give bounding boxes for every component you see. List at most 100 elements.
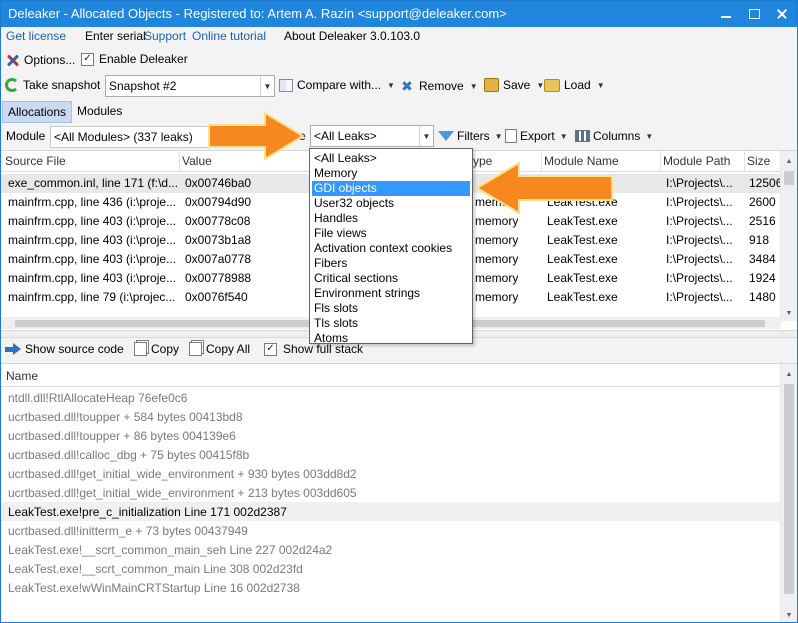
export-label: Export <box>520 129 555 143</box>
take-snapshot-label: Take snapshot <box>23 78 101 92</box>
cell-source: mainfrm.cpp, line 403 (i:\proje... <box>8 214 177 228</box>
scroll-up-icon[interactable]: ▲ <box>781 153 797 169</box>
load-button[interactable]: Load ▼ <box>544 78 605 92</box>
dropdown-item-critical-sections[interactable]: Critical sections <box>312 271 470 286</box>
get-license-link[interactable]: Get license <box>6 29 66 43</box>
list-item[interactable]: LeakTest.exe!__scrt_common_main Line 308… <box>1 559 781 578</box>
compare-with-button[interactable]: Compare with... ▼ <box>279 78 395 92</box>
leak-type-dropdown: <All Leaks> Memory GDI objects User32 ob… <box>309 148 473 346</box>
list-item[interactable]: ucrtbased.dll!get_initial_wide_environme… <box>1 483 781 502</box>
chevron-down-icon[interactable]: ▼ <box>419 126 433 146</box>
copy-label: Copy <box>151 342 180 356</box>
list-item[interactable]: LeakTest.exe!wWinMainCRTStartup Line 16 … <box>1 578 781 597</box>
column-header-source-file[interactable]: Source File <box>5 154 66 168</box>
dropdown-item-file-views[interactable]: File views <box>312 226 470 241</box>
dropdown-item-tls-slots[interactable]: Tls slots <box>312 316 470 331</box>
dropdown-item-fibers[interactable]: Fibers <box>312 256 470 271</box>
online-tutorial-link[interactable]: Online tutorial <box>192 29 266 43</box>
close-icon[interactable] <box>767 1 797 27</box>
stack-frame-text: LeakTest.exe!__scrt_common_main_seh Line… <box>8 543 333 557</box>
maximize-icon[interactable] <box>741 1 767 27</box>
cell-size: 12506 <box>749 176 783 190</box>
export-button[interactable]: Export ▼ <box>505 129 568 143</box>
take-snapshot-button[interactable]: Take snapshot <box>5 78 100 92</box>
save-button[interactable]: Save ▼ <box>484 78 544 92</box>
dropdown-item-environment-strings[interactable]: Environment strings <box>312 286 470 301</box>
title-bar[interactable]: Deleaker - Allocated Objects - Registere… <box>1 1 797 27</box>
list-item[interactable]: LeakTest.exe!pre_c_initialization Line 1… <box>1 502 781 521</box>
module-select[interactable]: <All Modules> (337 leaks) <box>50 126 220 148</box>
compare-icon <box>279 78 293 92</box>
scroll-thumb[interactable] <box>784 384 794 594</box>
copy-all-label: Copy All <box>206 342 251 356</box>
dropdown-item-memory[interactable]: Memory <box>312 166 470 181</box>
module-select-value: <All Modules> (337 leaks) <box>54 130 193 144</box>
options-button[interactable]: Options... <box>5 52 75 68</box>
minimize-icon[interactable] <box>713 1 739 27</box>
list-item[interactable]: ucrtbased.dll!initterm_e + 73 bytes 0043… <box>1 521 781 540</box>
vertical-scrollbar[interactable]: ▲ ▼ <box>780 151 797 321</box>
chevron-down-icon[interactable]: ▼ <box>260 76 274 96</box>
list-item[interactable]: ucrtbased.dll!get_initial_wide_environme… <box>1 464 781 483</box>
remove-button[interactable]: ✖ Remove ▼ <box>399 78 477 94</box>
filter-toolbar: Module <All Modules> (337 leaks) e <All … <box>1 125 797 149</box>
cell-type: memory <box>475 271 519 285</box>
full-stack-checkbox-box[interactable]: ✓ <box>264 342 277 356</box>
column-header-module-path[interactable]: Module Path <box>663 154 730 168</box>
leak-type-select[interactable]: <All Leaks> ▼ <box>310 125 434 147</box>
cell-source: mainfrm.cpp, line 403 (i:\proje... <box>8 271 177 285</box>
dropdown-item-activation-context-cookies[interactable]: Activation context cookies <box>312 241 470 256</box>
list-item[interactable]: ucrtbased.dll!calloc_dbg + 75 bytes 0041… <box>1 445 781 464</box>
dropdown-item-user32-objects[interactable]: User32 objects <box>312 196 470 211</box>
stack-frame-text: ucrtbased.dll!calloc_dbg + 75 bytes 0041… <box>8 448 250 462</box>
enable-deleaker-checkbox[interactable]: ✓ Enable Deleaker <box>81 52 188 66</box>
list-item[interactable]: ucrtbased.dll!toupper + 86 bytes 004139e… <box>1 426 781 445</box>
snapshot-select[interactable]: Snapshot #2 ▼ <box>105 75 275 97</box>
scroll-down-icon[interactable]: ▼ <box>781 305 797 321</box>
tab-allocations[interactable]: Allocations <box>2 101 73 123</box>
dropdown-item-fls-slots[interactable]: Fls slots <box>312 301 470 316</box>
cell-size: 2516 <box>749 214 776 228</box>
list-item[interactable]: ntdll.dll!RtlAllocateHeap 76efe0c6 <box>1 388 781 407</box>
about-link[interactable]: About Deleaker 3.0.103.0 <box>284 29 420 43</box>
column-header-name[interactable]: Name <box>6 369 38 383</box>
enter-serial-link[interactable]: Enter serial <box>85 29 146 43</box>
column-header-size[interactable]: Size <box>747 154 770 168</box>
dropdown-item-atoms[interactable]: Atoms <box>312 331 470 346</box>
cell-path: I:\Projects\... <box>666 176 733 190</box>
vertical-scrollbar[interactable]: ▲ ▼ <box>780 364 797 622</box>
compare-label: Compare with... <box>297 78 382 92</box>
list-item[interactable]: LeakTest.exe!__scrt_common_main_seh Line… <box>1 540 781 559</box>
support-link[interactable]: Support <box>144 29 186 43</box>
tools-icon <box>5 52 21 68</box>
save-label: Save <box>503 78 531 92</box>
stack-frame-text: LeakTest.exe!__scrt_common_main Line 308… <box>8 562 303 576</box>
dropdown-item-handles[interactable]: Handles <box>312 211 470 226</box>
enable-checkbox-box[interactable]: ✓ <box>81 52 94 66</box>
save-icon <box>484 78 499 92</box>
chevron-down-icon: ▼ <box>387 80 395 90</box>
link-bar: Get license Enter serial Support Online … <box>1 27 797 49</box>
scroll-thumb[interactable] <box>784 171 794 185</box>
scroll-down-icon[interactable]: ▼ <box>781 607 797 622</box>
columns-icon <box>575 130 590 142</box>
copy-all-button[interactable]: Copy All <box>189 342 250 356</box>
cell-type: memory <box>475 233 519 247</box>
stack-frame-text: ucrtbased.dll!get_initial_wide_environme… <box>8 486 357 500</box>
arrow-right-icon <box>5 343 21 355</box>
copy-button[interactable]: Copy <box>134 342 179 356</box>
scroll-up-icon[interactable]: ▲ <box>781 366 797 382</box>
tab-modules[interactable]: Modules <box>72 101 127 123</box>
show-source-code-button[interactable]: Show source code <box>5 342 124 356</box>
cell-value: 0x0076f540 <box>185 290 248 304</box>
cell-type: memory <box>475 290 519 304</box>
dropdown-item-all-leaks[interactable]: <All Leaks> <box>312 151 470 166</box>
columns-button[interactable]: Columns ▼ <box>575 129 653 143</box>
list-item[interactable]: ucrtbased.dll!toupper + 584 bytes 00413b… <box>1 407 781 426</box>
dropdown-item-gdi-objects[interactable]: GDI objects <box>312 181 470 196</box>
filters-button[interactable]: Filters ▼ <box>438 129 503 143</box>
cell-size: 1924 <box>749 271 776 285</box>
annotation-arrow-right-icon <box>208 111 305 161</box>
snapshot-toolbar: Take snapshot Snapshot #2 ▼ Compare with… <box>1 73 797 99</box>
chevron-down-icon: ▼ <box>559 131 568 141</box>
